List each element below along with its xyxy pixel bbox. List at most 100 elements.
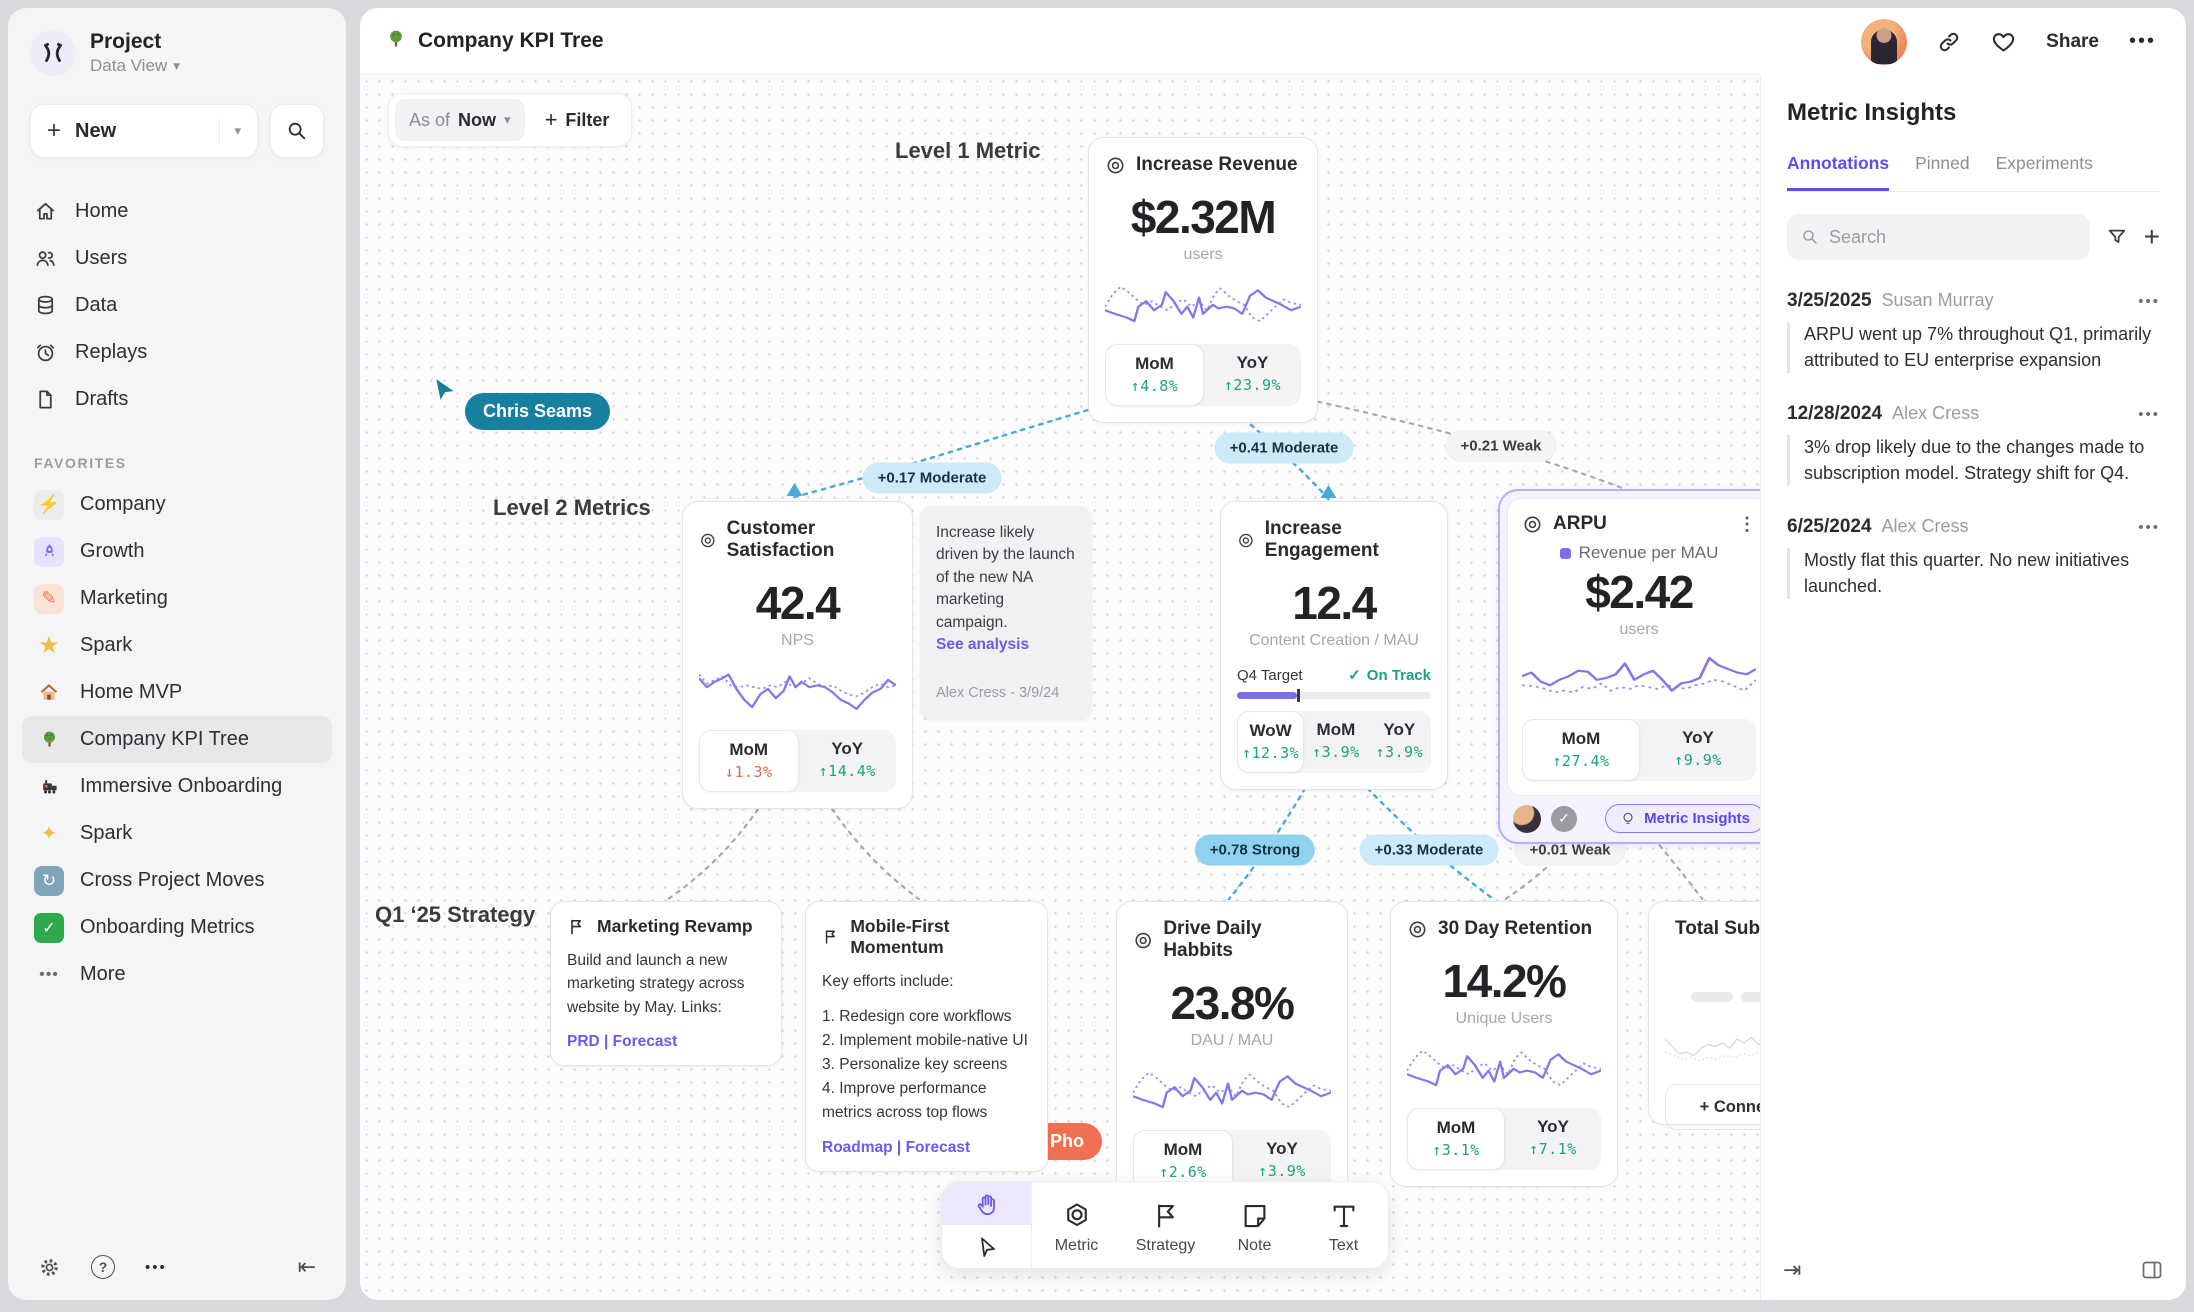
collapse-sidebar-icon[interactable]: ⇤ (298, 1254, 316, 1280)
text-tool-button[interactable]: Text (1299, 1182, 1388, 1268)
sidebar-item-label: Marketing (80, 587, 168, 610)
sidebar-item-home[interactable]: Home (8, 188, 346, 235)
kpi-canvas[interactable]: As of Now ▾ + Filter Level 1 Metric Leve… (360, 75, 1760, 1300)
strategy-card-mobile-first-momentum[interactable]: Mobile-First Momentum Key efforts includ… (805, 901, 1048, 1172)
cursor-arrow-icon (433, 377, 459, 403)
metric-card-total-subscriptions[interactable]: Total Subscript + Connec (1648, 901, 1760, 1125)
search-input[interactable] (1829, 227, 2076, 248)
note-author: Alex Cress - 3/9/24 (936, 683, 1076, 704)
chevron-down-icon[interactable]: ▾ (234, 123, 241, 139)
check-icon: ✓ (1348, 666, 1361, 684)
sidebar-search-button[interactable] (270, 104, 324, 158)
sidebar-item-label: Company (80, 493, 166, 516)
add-annotation-icon[interactable]: + (2144, 221, 2160, 253)
stat-wow: WoW ↑12.3% (1237, 711, 1304, 773)
share-button[interactable]: Share (2046, 31, 2099, 53)
more-menu-icon[interactable]: ••• (2129, 30, 2156, 53)
collapse-panel-icon[interactable]: ⇥ (1783, 1257, 1801, 1283)
bolt-icon: ⚡ (34, 490, 64, 520)
annotation-text: Mostly flat this quarter. No new initiat… (1787, 548, 2160, 599)
canvas-note[interactable]: Increase likely driven by the launch of … (920, 506, 1092, 720)
add-filter-button[interactable]: + Filter (529, 107, 626, 133)
avatar[interactable] (1861, 19, 1907, 65)
sidebar-item-spark[interactable]: ★ Spark (22, 622, 332, 669)
more-options-icon[interactable]: ••• (145, 1259, 167, 1276)
annotation-menu-icon[interactable]: ••• (2138, 293, 2160, 310)
strategy-list: 1. Redesign core workflows 2. Implement … (822, 1005, 1031, 1125)
note-tool-button[interactable]: Note (1210, 1182, 1299, 1268)
metric-card-drive-daily-habbits[interactable]: Drive Daily Habbits 23.8% DAU / MAU MoM … (1116, 901, 1348, 1209)
annotation-menu-icon[interactable]: ••• (2138, 519, 2160, 536)
sidebar-item-label: Growth (80, 540, 144, 563)
settings-gear-icon[interactable] (38, 1256, 61, 1279)
tab-annotations[interactable]: Annotations (1787, 153, 1889, 191)
sidebar-item-onboarding-metrics[interactable]: ✓ Onboarding Metrics (22, 904, 332, 951)
metric-card-30-day-retention[interactable]: 30 Day Retention 14.2% Unique Users MoM … (1390, 901, 1618, 1187)
sidebar-item-growth[interactable]: Growth (22, 528, 332, 575)
kebab-menu-icon[interactable]: ⋮ (1738, 514, 1756, 535)
metric-card-customer-satisfaction[interactable]: Customer Satisfaction 42.4 NPS MoM ↓1.3%… (682, 501, 913, 809)
help-icon[interactable]: ? (91, 1255, 115, 1279)
home-icon (34, 200, 57, 223)
see-analysis-link[interactable]: See analysis (936, 636, 1029, 653)
sidebar-item-label: Home (75, 200, 128, 223)
sidebar-item-users[interactable]: Users (8, 235, 346, 282)
topbar: Company KPI Tree (360, 8, 1760, 75)
tab-experiments[interactable]: Experiments (1996, 153, 2093, 191)
sidebar-item-label: Replays (75, 341, 147, 364)
check-icon: ✓ (34, 913, 64, 943)
sidebar-item-company[interactable]: ⚡ Company (22, 481, 332, 528)
hand-tool-button[interactable] (942, 1182, 1031, 1225)
sidebar-item-drafts[interactable]: Drafts (8, 376, 346, 423)
new-button[interactable]: + New ▾ (30, 104, 258, 158)
annotations-search[interactable] (1787, 214, 2090, 260)
annotation-item[interactable]: 12/28/2024 Alex Cress ••• 3% drop likely… (1787, 403, 2160, 486)
metric-insights-button[interactable]: Metric Insights (1605, 804, 1760, 833)
select-tool-button[interactable] (942, 1225, 1031, 1268)
series-legend: Revenue per MAU (1522, 543, 1756, 563)
train-icon (34, 772, 64, 802)
project-switcher[interactable]: Project Data View ▾ (8, 30, 346, 76)
annotation-menu-icon[interactable]: ••• (2138, 406, 2160, 423)
metric-card-increase-engagement[interactable]: Increase Engagement 12.4 Content Creatio… (1220, 501, 1448, 790)
sidebar-item-company-kpi-tree[interactable]: Company KPI Tree (22, 716, 332, 763)
annotation-item[interactable]: 3/25/2025 Susan Murray ••• ARPU went up … (1787, 290, 2160, 373)
strategy-tool-button[interactable]: Strategy (1121, 1182, 1210, 1268)
collaborator-cursor-chris: Chris Seams (433, 377, 610, 430)
as-of-selector[interactable]: As of Now ▾ (395, 99, 525, 141)
sidebar-item-label: Spark (80, 822, 132, 845)
sidebar-item-cross-project-moves[interactable]: ↻ Cross Project Moves (22, 857, 332, 904)
sidebar-item-immersive-onboarding[interactable]: Immersive Onboarding (22, 763, 332, 810)
strategy-card-marketing-revamp[interactable]: Marketing Revamp Build and launch a new … (550, 901, 782, 1066)
strategy-label: Q1 ‘25 Strategy (375, 902, 535, 928)
level1-label: Level 1 Metric (895, 138, 1041, 164)
favorite-heart-icon[interactable] (1991, 29, 2016, 54)
metric-title: ARPU (1553, 513, 1607, 535)
metric-tool-button[interactable]: Metric (1032, 1182, 1121, 1268)
target-progress-bar (1237, 692, 1431, 699)
metric-card-increase-revenue[interactable]: Increase Revenue $2.32M users MoM ↑4.8% … (1088, 137, 1318, 423)
sidebar-item-home-mvp[interactable]: Home MVP (22, 669, 332, 716)
strategy-links[interactable]: Roadmap | Forecast (822, 1139, 1031, 1157)
sparkles-icon: ✦ (34, 819, 64, 849)
sidebar-item-label: Immersive Onboarding (80, 775, 282, 798)
tab-pinned[interactable]: Pinned (1915, 153, 1970, 191)
sidebar-item-data[interactable]: Data (8, 282, 346, 329)
strategy-links[interactable]: PRD | Forecast (567, 1033, 765, 1051)
metric-title: Total Subscript (1675, 918, 1760, 940)
annotation-item[interactable]: 6/25/2024 Alex Cress ••• Mostly flat thi… (1787, 516, 2160, 599)
project-name: Project (90, 30, 180, 54)
sidebar-item-more[interactable]: ••• More (22, 951, 332, 998)
sidebar-item-spark-2[interactable]: ✦ Spark (22, 810, 332, 857)
filter-funnel-icon[interactable] (2106, 226, 2128, 248)
project-view-selector[interactable]: Data View ▾ (90, 56, 180, 76)
sidebar-item-marketing[interactable]: ✎ Marketing (22, 575, 332, 622)
connect-data-button[interactable]: + Connec (1665, 1084, 1760, 1130)
canvas-filter-bar: As of Now ▾ + Filter (388, 93, 632, 147)
metric-card-arpu[interactable]: ARPU ⋮ Revenue per MAU $2.42 users (1498, 489, 1760, 844)
split-view-icon[interactable] (2140, 1258, 2164, 1282)
metric-unit: NPS (699, 632, 896, 650)
sidebar-item-label: Drafts (75, 388, 128, 411)
copy-link-icon[interactable] (1937, 30, 1961, 54)
sidebar-item-replays[interactable]: Replays (8, 329, 346, 376)
